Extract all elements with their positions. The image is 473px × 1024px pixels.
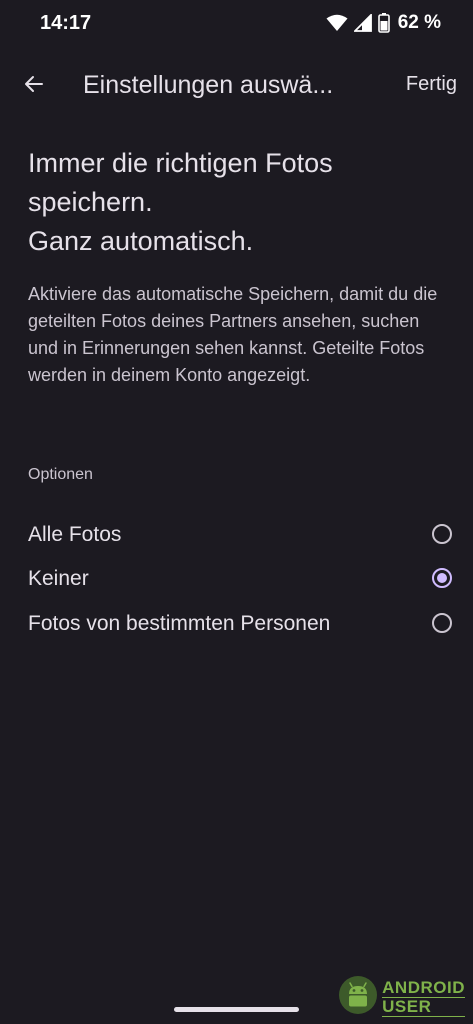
android-robot-icon [338,975,378,1020]
option-specific-people[interactable]: Fotos von bestimmten Personen [0,602,473,646]
radio-button[interactable] [432,524,452,544]
page-title: Einstellungen auswä... [83,71,334,99]
wifi-icon [326,14,348,32]
option-none[interactable]: Keiner [0,557,473,601]
android-user-watermark: ANDROID USER [338,975,465,1020]
radio-button[interactable] [432,613,452,633]
headline: Immer die richtigen Fotos speichern. Gan… [28,144,448,261]
description-text: Aktiviere das automatische Speichern, da… [28,284,438,385]
watermark-line-1: ANDROID [382,977,465,998]
status-bar: 14:17 62 % [0,0,473,48]
status-time: 14:17 [40,12,92,34]
option-label: Fotos von bestimmten Personen [28,612,331,635]
option-label: Keiner [28,567,89,590]
headline-line-1: Immer die richtigen Fotos [28,148,333,178]
watermark-text: ANDROID USER [382,977,465,1017]
option-all-photos[interactable]: Alle Fotos [0,513,473,557]
battery-icon [377,13,390,33]
watermark-line-2: USER [382,997,465,1017]
back-button[interactable] [14,66,54,106]
signal-icon [353,14,372,32]
options-section-label: Optionen [28,466,93,483]
arrow-back-icon [24,74,44,99]
radio-button[interactable] [432,568,452,588]
headline-line-3: Ganz automatisch. [28,226,254,256]
option-label: Alle Fotos [28,523,122,546]
home-indicator[interactable] [174,1007,299,1012]
done-button[interactable]: Fertig [406,73,457,96]
app-bar: Einstellungen auswä... Fertig [0,58,473,114]
status-icons: 62 % [326,12,441,34]
headline-line-2: speichern. [28,187,153,217]
battery-percentage: 62 % [397,12,441,33]
